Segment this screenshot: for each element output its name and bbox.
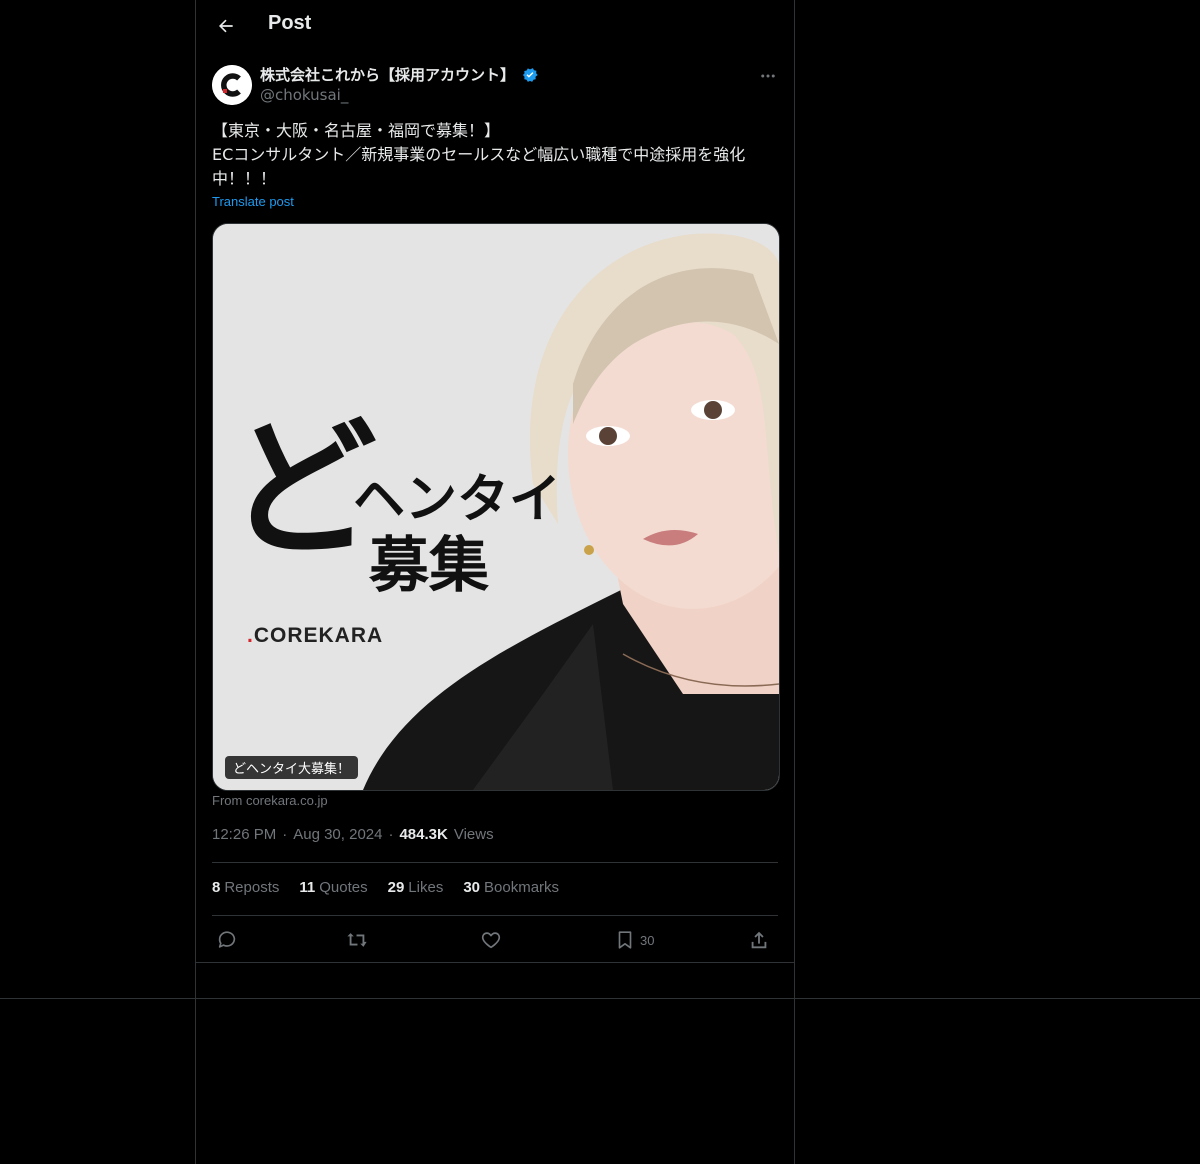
post-text: 【東京・大阪・名古屋・福岡で募集！】 ECコンサルタント／新規事業のセールスなど… [212, 121, 746, 188]
more-options-button[interactable] [754, 62, 782, 90]
views-count: 484.3K [399, 826, 448, 843]
stat-label: Quotes [319, 879, 368, 896]
repost-button[interactable] [346, 925, 368, 955]
post-stats: 8 Reposts 11 Quotes 29 Likes 30 Bookmarks [212, 879, 559, 896]
stat-count: 30 [463, 879, 481, 896]
stat-count: 29 [387, 879, 405, 896]
post-meta: 12:26 PM · Aug 30, 2024 · 484.3K Views [212, 826, 494, 843]
author-name-row[interactable]: 株式会社これから【採用アカウント】 [260, 64, 539, 85]
reply-icon [218, 931, 236, 948]
share-icon [751, 931, 767, 949]
reposts-stat[interactable]: 8 Reposts [212, 879, 279, 896]
post-media-card[interactable]: ど ヘンタイ 募集 .COREKARA どヘンタイ大募集！ [212, 223, 780, 791]
author-handle[interactable]: @chokusai_ [260, 86, 348, 104]
brand-name: COREKARA [253, 624, 384, 647]
more-icon [761, 74, 775, 78]
repost-icon [347, 933, 367, 947]
media-headline-line2: 募集 [369, 531, 489, 601]
main-column: Post 株式会社これから【採用アカウント】 @chokusai_ 【東京・大阪… [195, 0, 795, 1164]
section-divider [0, 998, 1200, 999]
post-time[interactable]: 12:26 PM [212, 826, 276, 843]
bookmark-count: 30 [640, 932, 655, 948]
like-button[interactable] [480, 925, 502, 955]
quotes-stat[interactable]: 11 Quotes [299, 879, 367, 896]
post-date[interactable]: Aug 30, 2024 [293, 826, 382, 843]
bookmark-icon [618, 931, 632, 949]
avatar[interactable] [212, 65, 252, 105]
divider [212, 915, 778, 916]
action-bar: 30 [212, 925, 778, 955]
back-arrow-icon [219, 19, 233, 33]
verified-badge-icon [522, 67, 538, 82]
media-alt-label: どヘンタイ大募集！ [225, 756, 359, 779]
meta-separator: · [282, 826, 288, 843]
media-headline-line1: ヘンタイ [353, 469, 562, 530]
display-name[interactable]: 株式会社これから【採用アカウント】 [260, 64, 515, 85]
like-icon [481, 932, 501, 949]
bookmark-button[interactable]: 30 [614, 925, 654, 955]
meta-separator: · [388, 826, 394, 843]
page-header: Post [196, 0, 794, 54]
media-source[interactable]: From corekara.co.jp [212, 793, 328, 808]
share-button[interactable] [748, 925, 770, 955]
media-brand: .COREKARA [247, 624, 383, 648]
stat-label: Bookmarks [484, 879, 560, 896]
back-button[interactable] [208, 8, 244, 44]
corekara-logo [212, 65, 252, 105]
reply-button[interactable] [216, 925, 238, 955]
brand-dot: . [247, 624, 254, 647]
likes-stat[interactable]: 29 Likes [388, 879, 444, 896]
bookmarks-stat[interactable]: 30 Bookmarks [463, 879, 559, 896]
divider [196, 962, 794, 963]
stat-label: Likes [408, 879, 444, 896]
translate-post-link[interactable]: Translate post [212, 194, 294, 209]
stat-count: 8 [212, 879, 221, 896]
divider [212, 862, 778, 863]
views-label: Views [453, 826, 494, 843]
page-title: Post [268, 12, 312, 34]
stat-count: 11 [299, 879, 316, 896]
stat-label: Reposts [224, 879, 280, 896]
